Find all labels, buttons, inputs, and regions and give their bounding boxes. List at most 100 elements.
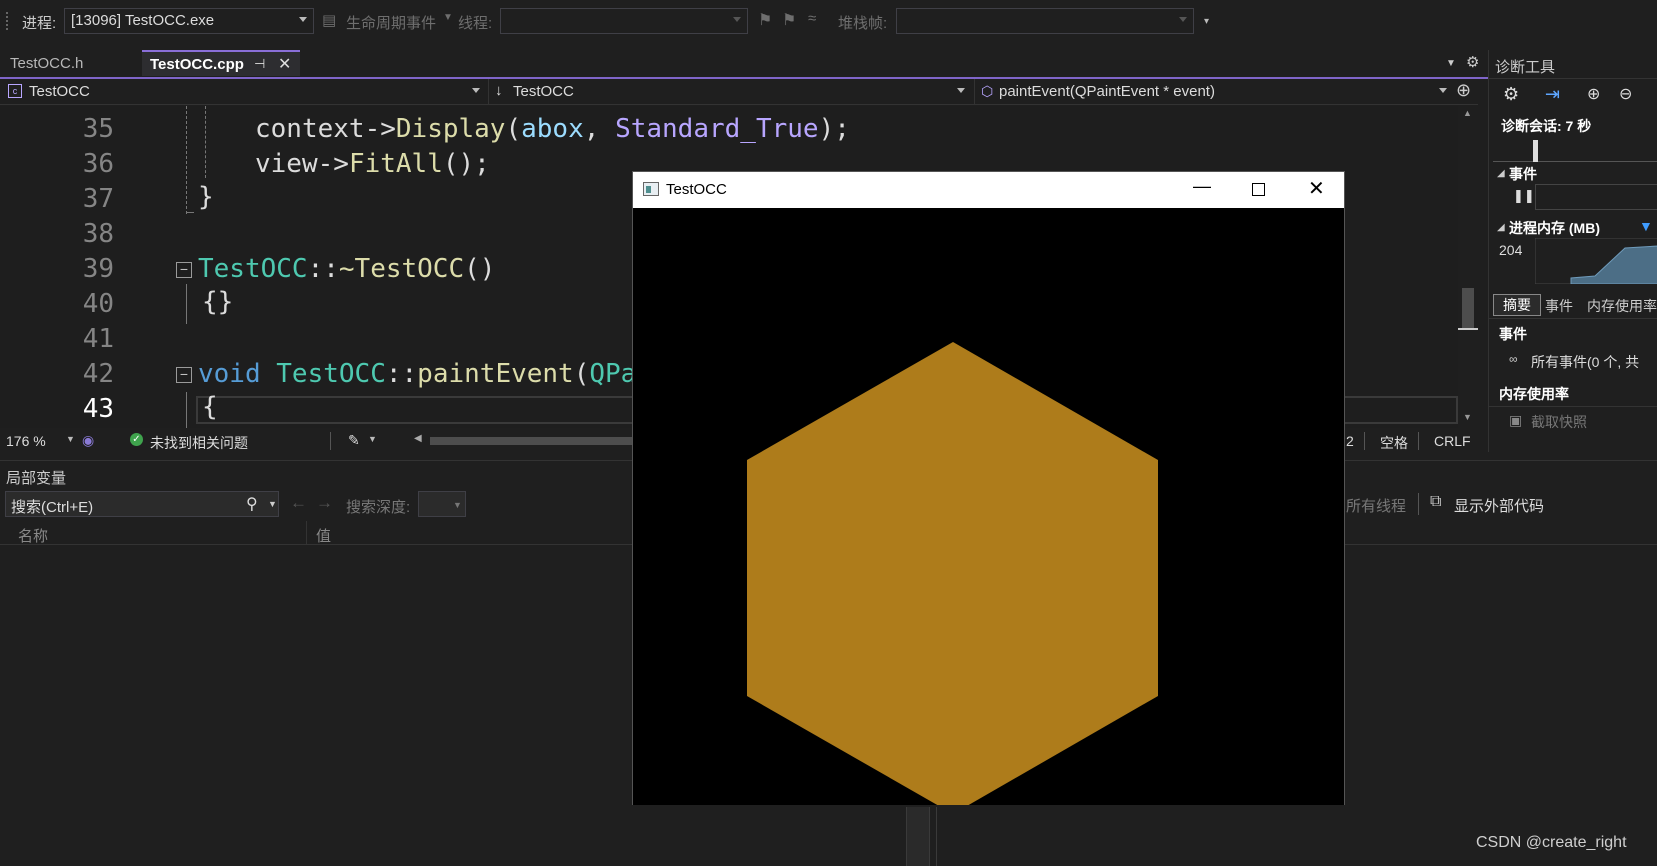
collapse-icon[interactable]: − — [176, 367, 192, 383]
memory-usage-section: 内存使用率 — [1499, 386, 1569, 402]
events-section: 事件 — [1499, 326, 1527, 342]
flag-icon[interactable]: ⚑ — [758, 10, 772, 30]
maximize-icon[interactable] — [1252, 183, 1265, 196]
occ-viewer-canvas[interactable] — [633, 209, 1344, 814]
toolbar-grip[interactable] — [6, 12, 16, 30]
divider — [1489, 406, 1657, 407]
search-depth-dropdown[interactable]: ▼ — [418, 491, 466, 517]
all-events-link[interactable]: 所有事件(0 个, 共 — [1531, 352, 1639, 372]
chevron-down-icon — [1179, 17, 1187, 22]
expand-icon[interactable]: ◢ — [1497, 222, 1505, 233]
tab-list-chevron-icon[interactable]: ▼ — [1446, 58, 1456, 69]
thread-dropdown[interactable] — [500, 8, 748, 34]
process-dropdown[interactable]: [13096] TestOCC.exe — [64, 8, 314, 34]
chevron-down-icon: ▼ — [453, 500, 462, 510]
memory-marker-icon: ▼ — [1639, 218, 1653, 234]
pause-icon[interactable]: ❚❚ — [1513, 188, 1535, 204]
panel-splitter[interactable] — [906, 807, 930, 866]
cleanup-brush-icon[interactable]: ✎ — [348, 432, 360, 449]
external-code-icon[interactable]: ⧉ — [1430, 493, 1441, 511]
zoom-out-icon[interactable]: ⊖ — [1619, 84, 1632, 104]
document-tabs: TestOCC.h TestOCC.cpp ⊣ ✕ ▼ ⚙ — [0, 50, 1500, 78]
code-line-43: { — [202, 392, 218, 422]
code-line-37: } — [198, 182, 214, 212]
zoom-in-icon[interactable]: ⊕ — [1587, 84, 1600, 104]
search-icon[interactable]: ⚲ — [246, 494, 258, 514]
chevron-down-icon — [733, 17, 741, 22]
split-editor-icon[interactable]: ⊕ — [1456, 80, 1471, 101]
forward-arrow-icon[interactable]: → — [316, 493, 333, 513]
arrow-down-icon: ↓ — [495, 82, 503, 99]
close-icon[interactable]: ✕ — [1308, 176, 1325, 201]
issues-status[interactable]: 未找到相关问题 — [150, 433, 248, 453]
pin-icon[interactable]: ⊣ — [254, 56, 265, 72]
expand-icon[interactable]: ◢ — [1497, 168, 1505, 179]
testocc-app-window[interactable]: TestOCC — ✕ — [632, 171, 1345, 814]
chevron-down-icon[interactable]: ▼ — [268, 499, 277, 509]
settings-gear-icon[interactable]: ⚙ — [1503, 84, 1519, 105]
chevron-down-icon[interactable]: ▼ — [368, 434, 377, 444]
zoom-level[interactable]: 176 % — [6, 433, 46, 449]
divider — [936, 807, 937, 866]
diag-tab-events[interactable]: 事件 — [1545, 296, 1573, 316]
line-number: 41 — [82, 324, 114, 354]
zoom-chevron-icon[interactable]: ▼ — [66, 434, 75, 444]
editor-vertical-scrollbar[interactable]: ▲ ▼ — [1458, 106, 1478, 428]
watermark: CSDN @create_right — [1476, 834, 1627, 851]
indent-indicator[interactable]: 空格 — [1380, 433, 1408, 453]
scroll-down-icon[interactable]: ▼ — [1463, 412, 1472, 422]
column-indicator[interactable]: 2 — [1346, 433, 1354, 449]
chevron-down-icon — [299, 17, 307, 22]
tab-testocc-cpp[interactable]: TestOCC.cpp ⊣ ✕ — [142, 50, 300, 76]
line-ending-indicator[interactable]: CRLF — [1434, 433, 1471, 449]
member-scope-label: TestOCC — [513, 83, 574, 100]
tab-testocc-h[interactable]: TestOCC.h — [2, 51, 138, 77]
timeline-cursor[interactable] — [1533, 140, 1538, 162]
collapse-icon[interactable]: − — [176, 262, 192, 278]
divider — [1418, 432, 1419, 450]
divider — [1489, 78, 1657, 79]
column-divider[interactable] — [306, 521, 307, 545]
scope-guide — [186, 392, 187, 428]
diag-tab-summary[interactable]: 摘要 — [1493, 294, 1541, 316]
debug-toolbar: 进程: [13096] TestOCC.exe ▤ 生命周期事件 ▼ 线程: ⚑… — [0, 0, 1657, 44]
snapshot-button[interactable]: 截取快照 — [1531, 412, 1587, 432]
function-dropdown[interactable]: ⬡ paintEvent(QPaintEvent * event) — [974, 79, 1454, 105]
close-icon[interactable]: ✕ — [278, 54, 291, 74]
back-arrow-icon[interactable]: ← — [290, 493, 307, 513]
line-number: 39 — [82, 254, 114, 284]
process-value: [13096] TestOCC.exe — [71, 12, 215, 29]
copilot-icon[interactable]: ◉ — [82, 432, 94, 449]
column-value-header[interactable]: 值 — [316, 525, 331, 546]
lifecycle-label[interactable]: 生命周期事件 — [346, 12, 436, 33]
minimize-icon[interactable]: — — [1193, 176, 1211, 197]
horizontal-scrollbar-thumb[interactable] — [430, 437, 650, 445]
flag-threads-icon[interactable]: ⚑ — [782, 10, 796, 30]
method-icon: ⬡ — [981, 83, 994, 99]
project-scope-label: TestOCC — [29, 83, 90, 100]
app-title-bar[interactable]: TestOCC — ✕ — [633, 172, 1344, 208]
column-name-header[interactable]: 名称 — [18, 525, 48, 546]
caret-marker — [1458, 328, 1478, 330]
toolbar-overflow-icon[interactable]: ▾ — [1204, 16, 1209, 27]
scrollbar-thumb[interactable] — [1462, 288, 1474, 330]
navigation-bar: c TestOCC ↓ TestOCC ⬡ paintEvent(QPaintE… — [0, 79, 1478, 105]
show-external-code[interactable]: 显示外部代码 — [1454, 495, 1544, 516]
search-input[interactable]: 搜索(Ctrl+E) — [11, 496, 93, 517]
gear-icon[interactable]: ⚙ — [1466, 53, 1479, 71]
scroll-up-icon[interactable]: ▲ — [1463, 108, 1472, 118]
locals-search-box[interactable]: 搜索(Ctrl+E) ⚲ ▼ — [5, 491, 279, 517]
scope-guide — [186, 284, 187, 324]
line-number: 42 — [82, 359, 114, 389]
timeline-ruler[interactable] — [1493, 140, 1657, 162]
diag-tab-memory[interactable]: 内存使用率 — [1587, 296, 1657, 316]
all-threads-label[interactable]: 所有线程 — [1346, 495, 1406, 516]
export-icon[interactable]: ⇥ — [1545, 84, 1560, 105]
filter-icon[interactable]: ≈ — [808, 10, 816, 27]
project-scope-dropdown[interactable]: c TestOCC — [0, 79, 486, 105]
member-scope-dropdown[interactable]: ↓ TestOCC — [488, 79, 972, 105]
code-line-35: context->Display(abox, Standard_True); — [255, 114, 850, 144]
divider — [1364, 432, 1365, 450]
stackframe-dropdown[interactable] — [896, 8, 1194, 34]
scroll-left-icon[interactable]: ◀ — [414, 433, 422, 444]
